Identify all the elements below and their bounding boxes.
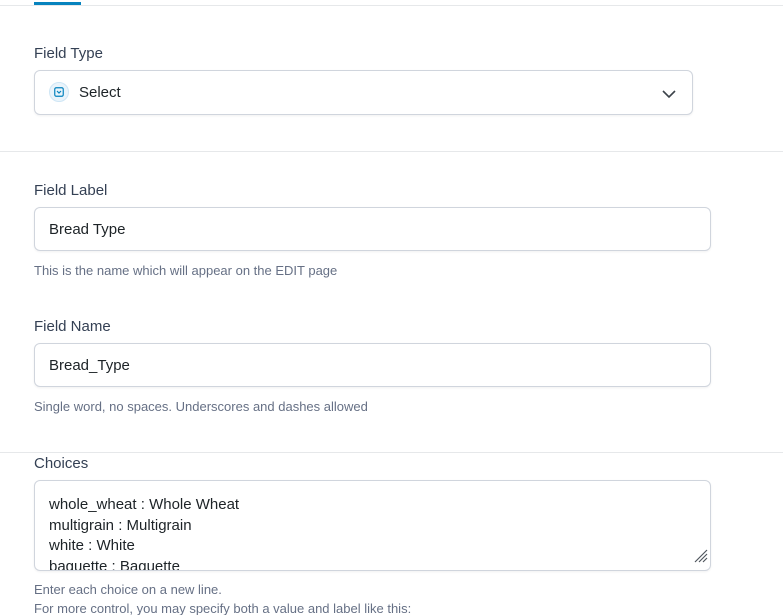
- field-name-hint: Single word, no spaces. Underscores and …: [34, 399, 368, 414]
- resize-handle-icon[interactable]: [692, 547, 708, 568]
- field-type-value: Select: [79, 84, 121, 101]
- choices-textarea[interactable]: whole_wheat : Whole Wheat multigrain : M…: [34, 480, 711, 571]
- field-name-input[interactable]: [34, 343, 711, 387]
- choices-label: Choices: [34, 455, 89, 472]
- choices-hint-1: Enter each choice on a new line.: [34, 582, 222, 597]
- field-label-hint: This is the name which will appear on th…: [34, 263, 338, 278]
- field-type-label: Field Type: [34, 45, 103, 62]
- choices-hint-2: For more control, you may specify both a…: [34, 601, 412, 615]
- chevron-down-icon: [662, 86, 676, 104]
- select-type-icon: [49, 82, 69, 102]
- section-divider: [0, 151, 783, 152]
- section-divider: [0, 452, 783, 453]
- choice-line: white : White: [49, 537, 135, 554]
- field-label-input[interactable]: [34, 207, 711, 251]
- choices-lines: whole_wheat : Whole Wheat multigrain : M…: [49, 495, 240, 571]
- choice-line: baguette : Baguette: [49, 557, 180, 571]
- choice-line: multigrain : Multigrain: [49, 516, 192, 534]
- field-type-select[interactable]: Select: [34, 70, 693, 115]
- field-label-label: Field Label: [34, 182, 108, 199]
- choice-line: whole_wheat : Whole Wheat: [49, 496, 240, 513]
- tab-divider: [0, 5, 783, 6]
- field-name-label: Field Name: [34, 318, 111, 335]
- field-settings-panel: Field Type Select Field Label This is th…: [0, 0, 783, 615]
